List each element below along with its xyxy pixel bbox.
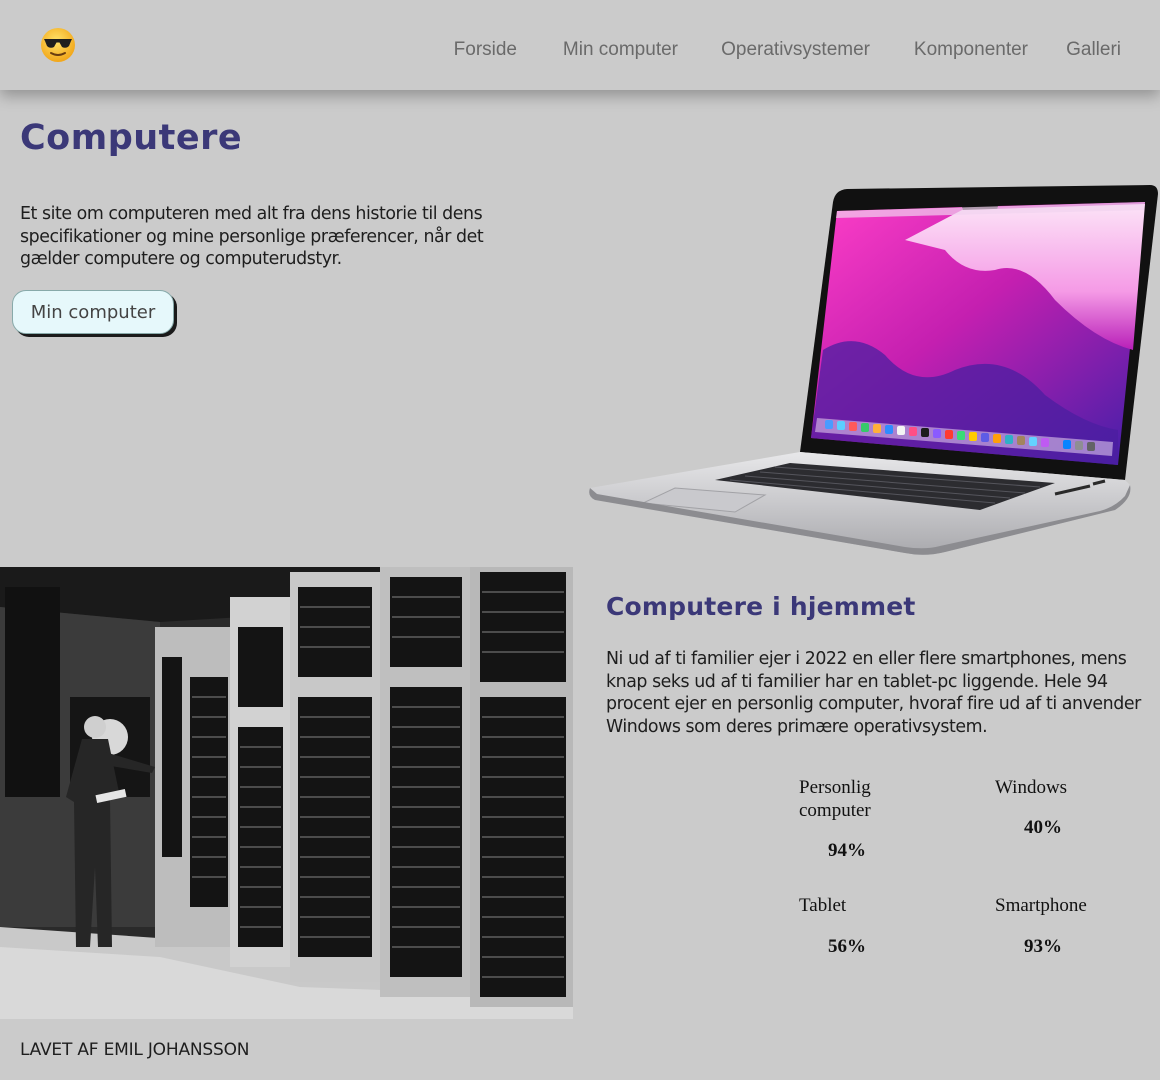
nav-komponenter[interactable]: Komponenter	[914, 39, 1028, 61]
hero-intro-text: Et site om computeren med alt fra dens h…	[20, 204, 484, 269]
stat-label-tablet: Tablet	[799, 895, 847, 916]
mainframe-photo	[0, 567, 573, 1019]
stat-value-tablet: 56%	[828, 936, 866, 957]
sunglasses-emoji-icon[interactable]	[40, 27, 76, 63]
stat-label-smartphone: Smartphone	[995, 895, 1087, 916]
stat-label-personlig-computer: Personlig computer	[799, 777, 871, 821]
site-header: Forside Min computer Operativsystemer Ko…	[0, 0, 1160, 90]
laptop-image	[589, 185, 1158, 555]
section-title: Computere i hjemmet	[606, 592, 916, 621]
stat-value-windows: 40%	[1024, 817, 1062, 838]
stat-label-windows: Windows	[995, 777, 1068, 798]
min-computer-button[interactable]: Min computer	[12, 290, 174, 334]
stat-value-smartphone: 93%	[1024, 936, 1062, 957]
nav-forside[interactable]: Forside	[454, 39, 517, 61]
nav-operativsystemer[interactable]: Operativsystemer	[721, 39, 870, 61]
stat-value-personlig-computer: 94%	[828, 840, 866, 861]
nav-galleri[interactable]: Galleri	[1066, 39, 1121, 61]
footer-credit: LAVET AF EMIL JOHANSSON	[20, 1040, 250, 1060]
nav-min-computer[interactable]: Min computer	[563, 39, 678, 61]
section-text: Ni ud af ti familier ejer i 2022 en elle…	[606, 649, 1141, 737]
page-title: Computere	[20, 118, 243, 158]
